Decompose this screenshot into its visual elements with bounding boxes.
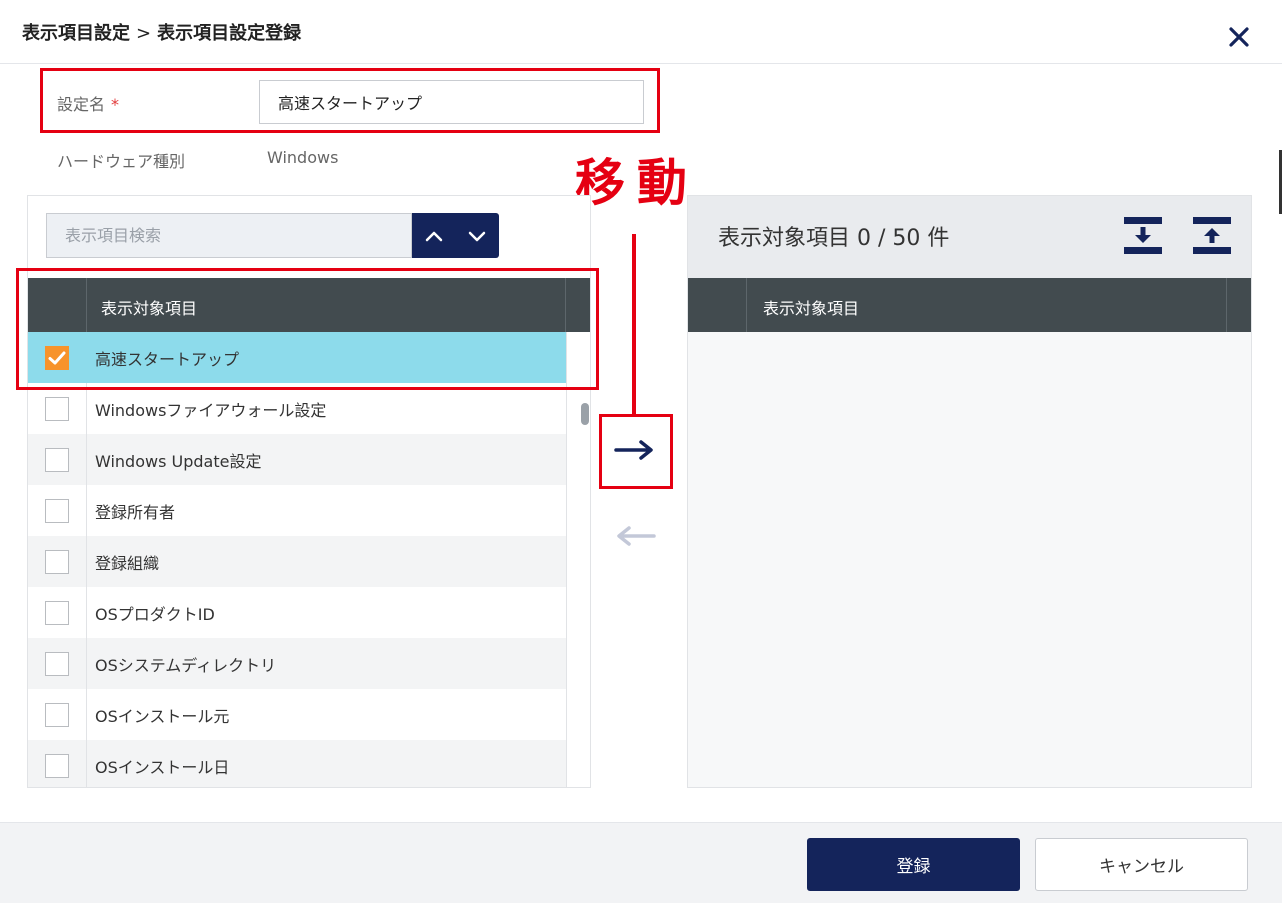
hardware-type-label: ハードウェア種別 — [57, 152, 186, 171]
search-nav-buttons — [412, 213, 499, 258]
selected-items-toolbar: 表示対象項目 0 / 50 件 — [688, 196, 1251, 278]
dialog-header: 表示項目設定 > 表示項目設定登録 — [0, 0, 1282, 64]
checkbox[interactable] — [45, 652, 69, 676]
list-item[interactable]: Windowsファイアウォール設定 — [28, 383, 566, 434]
list-item[interactable]: OSインストール元 — [28, 689, 566, 740]
list-item[interactable]: OSプロダクトID — [28, 587, 566, 638]
annotation-line — [632, 234, 636, 414]
checkbox[interactable] — [45, 703, 69, 727]
list-item-label: OSインストール元 — [95, 707, 230, 726]
header-scroll-column — [1226, 278, 1251, 332]
list-item-label: OSプロダクトID — [95, 605, 215, 624]
annotation-highlight-move-button — [599, 414, 673, 489]
list-item[interactable]: OSシステムディレクトリ — [28, 638, 566, 689]
list-item[interactable]: 登録所有者 — [28, 485, 566, 536]
checkbox[interactable] — [45, 601, 69, 625]
chevron-up-icon[interactable] — [412, 213, 455, 258]
list-item[interactable]: Windows Update設定 — [28, 434, 566, 485]
checkbox[interactable] — [45, 448, 69, 472]
list-scrollbar[interactable] — [566, 332, 590, 787]
selected-items-panel: 表示対象項目 0 / 50 件 表示対象項目 — [687, 195, 1252, 788]
column-header-label: 表示対象項目 — [763, 299, 860, 318]
move-to-bottom-icon[interactable] — [1123, 216, 1163, 256]
annotation-highlight-selected — [16, 268, 599, 390]
list-item-label: 登録組織 — [95, 554, 160, 573]
move-to-top-icon[interactable] — [1192, 216, 1232, 256]
breadcrumb-parent[interactable]: 表示項目設定 — [22, 23, 130, 44]
breadcrumb-current: 表示項目設定登録 — [157, 23, 302, 44]
breadcrumb: 表示項目設定 > 表示項目設定登録 — [22, 19, 301, 45]
item-search-box — [46, 213, 412, 258]
register-button[interactable]: 登録 — [807, 838, 1020, 891]
list-item-label: Windows Update設定 — [95, 452, 262, 471]
list-item[interactable]: OSインストール日 — [28, 740, 566, 787]
list-item[interactable]: 登録組織 — [28, 536, 566, 587]
list-item-label: 登録所有者 — [95, 503, 176, 522]
checkbox[interactable] — [45, 550, 69, 574]
annotation-move-text: 移動 — [575, 154, 699, 212]
selected-items-header: 表示対象項目 — [688, 278, 1251, 332]
close-icon[interactable] — [1226, 24, 1252, 50]
checkbox[interactable] — [45, 397, 69, 421]
scrollbar-thumb[interactable] — [581, 403, 589, 425]
selected-items-count: 表示対象項目 0 / 50 件 — [718, 226, 950, 251]
item-search-input[interactable] — [47, 214, 411, 257]
arrow-left-icon — [617, 526, 656, 546]
list-item-label: OSインストール日 — [95, 758, 230, 777]
header-checkbox-column — [688, 278, 747, 332]
checkbox[interactable] — [45, 754, 69, 778]
available-items-list: 高速スタートアップ Windowsファイアウォール設定 Windows Upda… — [28, 332, 566, 787]
checkbox[interactable] — [45, 499, 69, 523]
move-left-button[interactable] — [605, 506, 665, 566]
list-item-label: Windowsファイアウォール設定 — [95, 401, 327, 420]
cancel-button[interactable]: キャンセル — [1035, 838, 1248, 891]
breadcrumb-separator: > — [136, 23, 152, 44]
list-item-label: OSシステムディレクトリ — [95, 656, 277, 675]
chevron-down-icon[interactable] — [455, 213, 498, 258]
hardware-type-value: Windows — [267, 148, 339, 167]
annotation-highlight-name — [40, 68, 660, 133]
